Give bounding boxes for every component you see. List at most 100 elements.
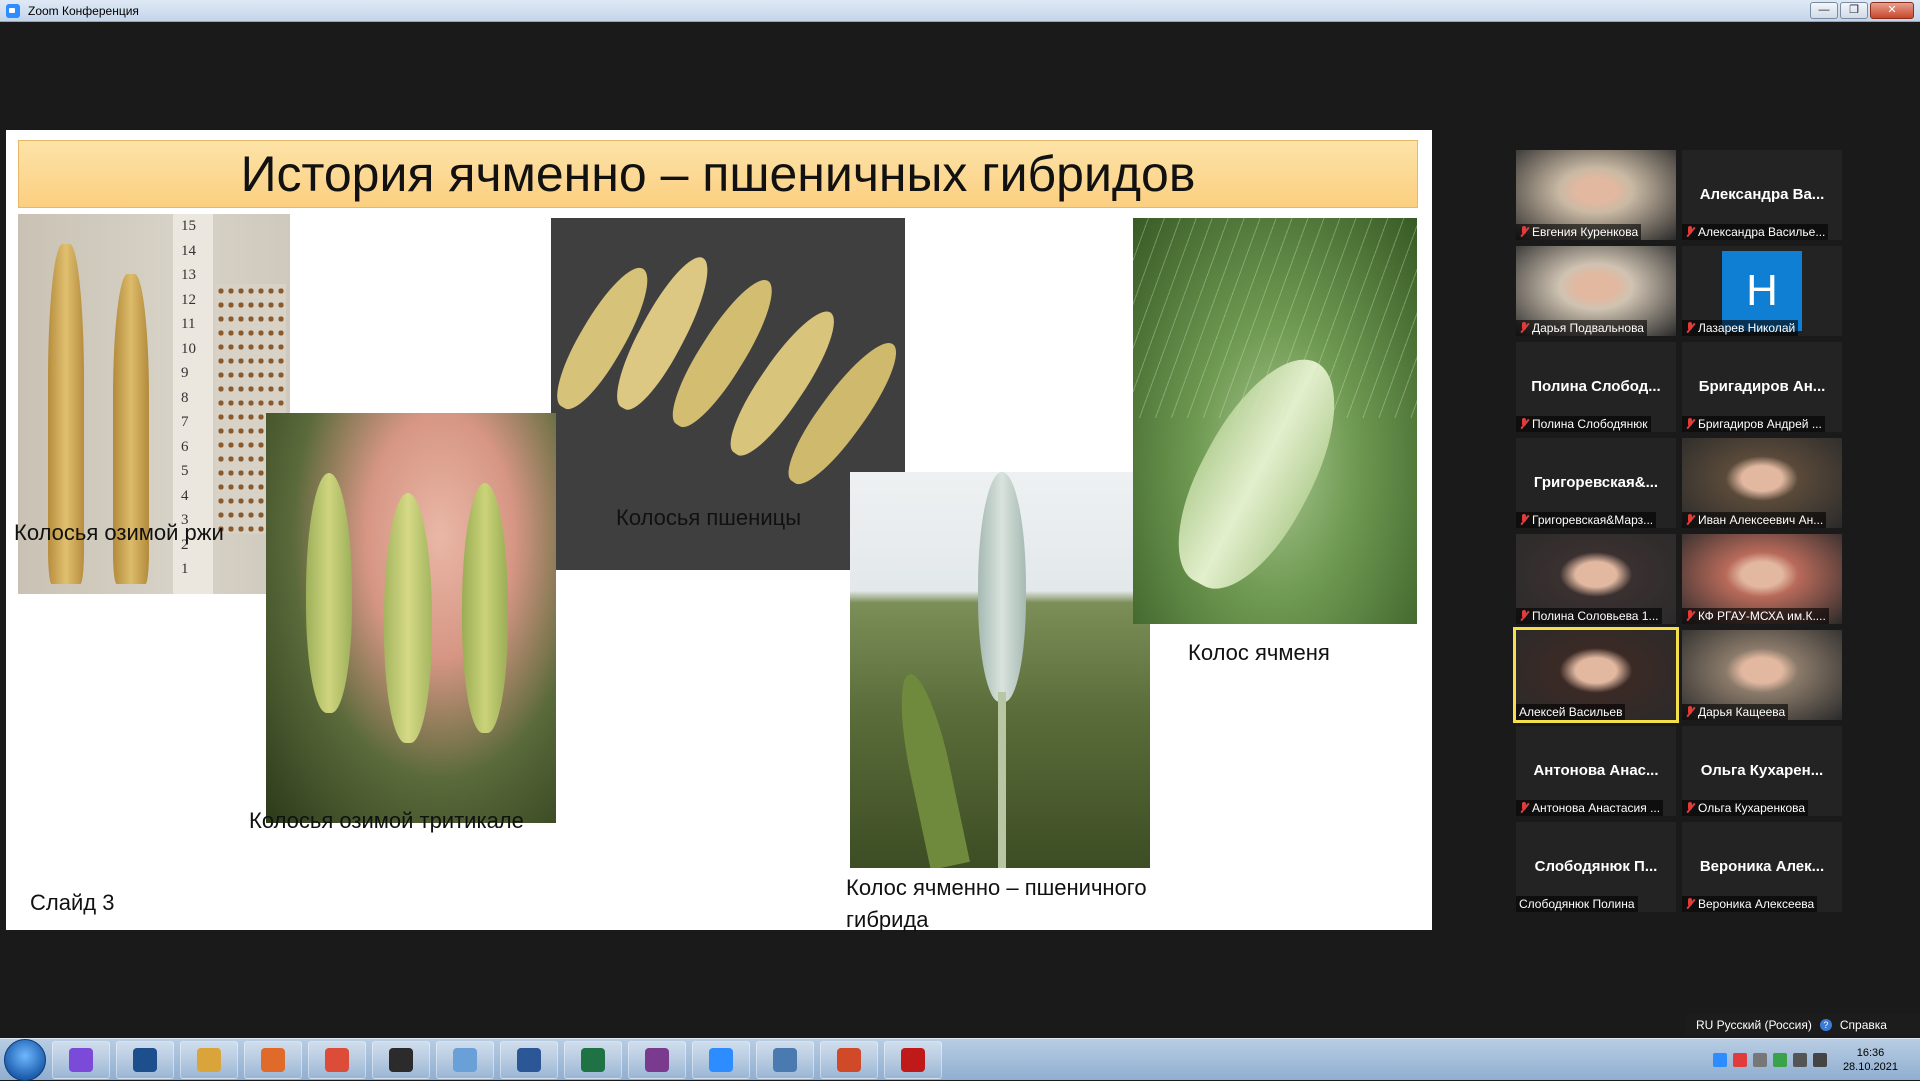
security-tray-icon[interactable] xyxy=(1772,1053,1787,1067)
participant-tile[interactable]: Иван Алексеевич Ан... xyxy=(1682,438,1842,528)
participant-name: Григоревская&Марз... xyxy=(1532,513,1654,527)
mic-muted-icon xyxy=(1685,898,1695,910)
ruler-mark: 10 xyxy=(181,340,196,357)
mic-muted-icon xyxy=(1519,514,1529,526)
ruler-mark: 13 xyxy=(181,267,196,283)
photo-viewer-icon[interactable] xyxy=(756,1040,814,1079)
participant-tile[interactable]: Слободянюк П... Слободянюк Полина xyxy=(1516,822,1676,912)
participant-tile[interactable]: Дарья Подвальнова xyxy=(1516,246,1676,336)
hybrid-ear xyxy=(978,472,1026,702)
minimize-button[interactable]: — xyxy=(1810,2,1838,19)
language-indicator[interactable]: RU Русский (Россия) xyxy=(1696,1018,1812,1032)
triticale-ear xyxy=(462,483,508,733)
participant-tile[interactable]: Вероника Алек... Вероника Алексеева xyxy=(1682,822,1842,912)
participant-tile[interactable]: Ольга Кухарен... Ольга Кухаренкова xyxy=(1682,726,1842,816)
participant-tile[interactable]: Григоревская&... Григоревская&Марз... xyxy=(1516,438,1676,528)
acrobat-icon-glyph xyxy=(901,1047,925,1072)
participant-name: Антонова Анастасия ... xyxy=(1532,801,1661,815)
participant-name-label: Лазарев Николай xyxy=(1682,320,1799,336)
clock[interactable]: 16:36 28.10.2021 xyxy=(1843,1046,1898,1074)
participant-tile[interactable]: Александра Ва... Александра Василье... xyxy=(1682,150,1842,240)
ruler-mark: 6 xyxy=(181,438,189,455)
participant-tile[interactable]: Антонова Анас... Антонова Анастасия ... xyxy=(1516,726,1676,816)
calculator-icon[interactable] xyxy=(372,1040,430,1079)
excel-icon[interactable] xyxy=(564,1040,622,1079)
acrobat-icon[interactable] xyxy=(884,1040,942,1079)
winrar-icon-glyph xyxy=(645,1047,669,1072)
ruler-mark: 5 xyxy=(181,463,189,479)
system-tray: 16:36 28.10.2021 xyxy=(1712,1039,1898,1081)
participant-display-name: Антонова Анас... xyxy=(1533,762,1659,779)
explorer-icon[interactable] xyxy=(116,1040,174,1079)
volume-tray-icon[interactable] xyxy=(1812,1053,1827,1067)
help-link[interactable]: Справка xyxy=(1840,1018,1887,1032)
clock-date: 28.10.2021 xyxy=(1842,1061,1898,1073)
participant-name: Ольга Кухаренкова xyxy=(1698,801,1806,815)
caption-wheat: Колосья пшеницы xyxy=(616,505,802,530)
media-player-icon[interactable] xyxy=(244,1040,302,1079)
chrome-icon[interactable] xyxy=(308,1040,366,1079)
participant-tile[interactable]: Алексей Васильев xyxy=(1513,627,1679,723)
participant-name: Вероника Алексеева xyxy=(1698,897,1815,911)
mic-muted-icon xyxy=(1685,226,1695,238)
mic-muted-icon xyxy=(1685,706,1695,718)
participant-avatar: H xyxy=(1722,251,1802,331)
participant-name-label: Алексей Васильев xyxy=(1516,704,1626,720)
hybrid-photo xyxy=(850,472,1150,868)
participant-tile[interactable]: H Лазарев Николай xyxy=(1682,246,1842,336)
window-title: Zoom Конференция xyxy=(28,3,139,18)
zoom-tray-icon[interactable] xyxy=(1712,1053,1727,1067)
participant-name: Иван Алексеевич Ан... xyxy=(1698,513,1824,527)
ruler-mark: 4 xyxy=(181,487,189,504)
taskbar: 16:36 28.10.2021 xyxy=(0,1038,1920,1081)
ruler-mark: 1 xyxy=(181,561,189,577)
winrar-icon[interactable] xyxy=(628,1040,686,1079)
word-icon-glyph xyxy=(517,1047,541,1072)
alice-icon-glyph xyxy=(69,1047,93,1072)
file-manager-icon[interactable] xyxy=(180,1040,238,1079)
zoom-icon[interactable] xyxy=(692,1040,750,1079)
language-bar[interactable]: RU Русский (Россия) ? Справка xyxy=(1686,1014,1920,1036)
participant-tile[interactable]: КФ РГАУ-МСХА им.К.... xyxy=(1682,534,1842,624)
participant-name-label: Дарья Подвальнова xyxy=(1516,320,1647,336)
shared-slide: История ячменно – пшеничных гибридов 15 1… xyxy=(6,130,1432,932)
participant-name: Полина Соловьева 1... xyxy=(1532,609,1659,623)
paint-icon[interactable] xyxy=(436,1040,494,1079)
calculator-icon-glyph xyxy=(389,1047,413,1072)
participant-tile[interactable]: Полина Соловьева 1... xyxy=(1516,534,1676,624)
taskbar-apps xyxy=(52,1040,948,1079)
maximize-button[interactable]: ❐ xyxy=(1840,2,1868,19)
word-icon[interactable] xyxy=(500,1040,558,1079)
participant-name: Слободянюк Полина xyxy=(1519,897,1635,911)
start-button[interactable] xyxy=(4,1038,46,1081)
participant-display-name: Полина Слобод... xyxy=(1531,378,1661,395)
help-icon[interactable]: ? xyxy=(1819,1019,1832,1031)
mic-muted-icon xyxy=(1685,610,1695,622)
participant-tile[interactable]: Бригадиров Ан... Бригадиров Андрей ... xyxy=(1682,342,1842,432)
participant-name-label: Полина Соловьева 1... xyxy=(1516,608,1662,624)
caption-triticale: Колосья озимой тритикале xyxy=(249,808,524,833)
close-button[interactable]: ✕ xyxy=(1870,2,1914,19)
participant-name-label: Полина Слободянюк xyxy=(1516,416,1651,432)
powerpoint-icon[interactable] xyxy=(820,1040,878,1079)
yandex-tray-icon[interactable] xyxy=(1732,1053,1747,1067)
mic-muted-icon xyxy=(1685,514,1695,526)
ruler-mark: 7 xyxy=(181,414,189,430)
ruler-mark: 11 xyxy=(181,316,196,332)
participant-name: Дарья Кащеева xyxy=(1698,705,1786,719)
alice-icon[interactable] xyxy=(52,1040,110,1079)
chrome-icon-glyph xyxy=(325,1047,349,1072)
participant-tile[interactable]: Евгения Куренкова xyxy=(1516,150,1676,240)
participant-tile[interactable]: Дарья Кащеева xyxy=(1682,630,1842,720)
zoom-app-icon xyxy=(6,3,20,18)
mic-muted-icon xyxy=(1519,322,1529,334)
participant-display-name: Александра Ва... xyxy=(1699,186,1825,203)
network-tray-icon[interactable] xyxy=(1792,1053,1807,1067)
participant-tile[interactable]: Полина Слобод... Полина Слободянюк xyxy=(1516,342,1676,432)
window-titlebar: Zoom Конференция — ❐ ✕ xyxy=(0,0,1920,22)
mic-muted-icon xyxy=(1519,418,1529,430)
participant-name-label: Бригадиров Андрей ... xyxy=(1682,416,1825,432)
flag-tray-icon[interactable] xyxy=(1752,1053,1767,1067)
barley-photo xyxy=(1133,218,1417,624)
participant-name: Полина Слободянюк xyxy=(1532,417,1648,431)
